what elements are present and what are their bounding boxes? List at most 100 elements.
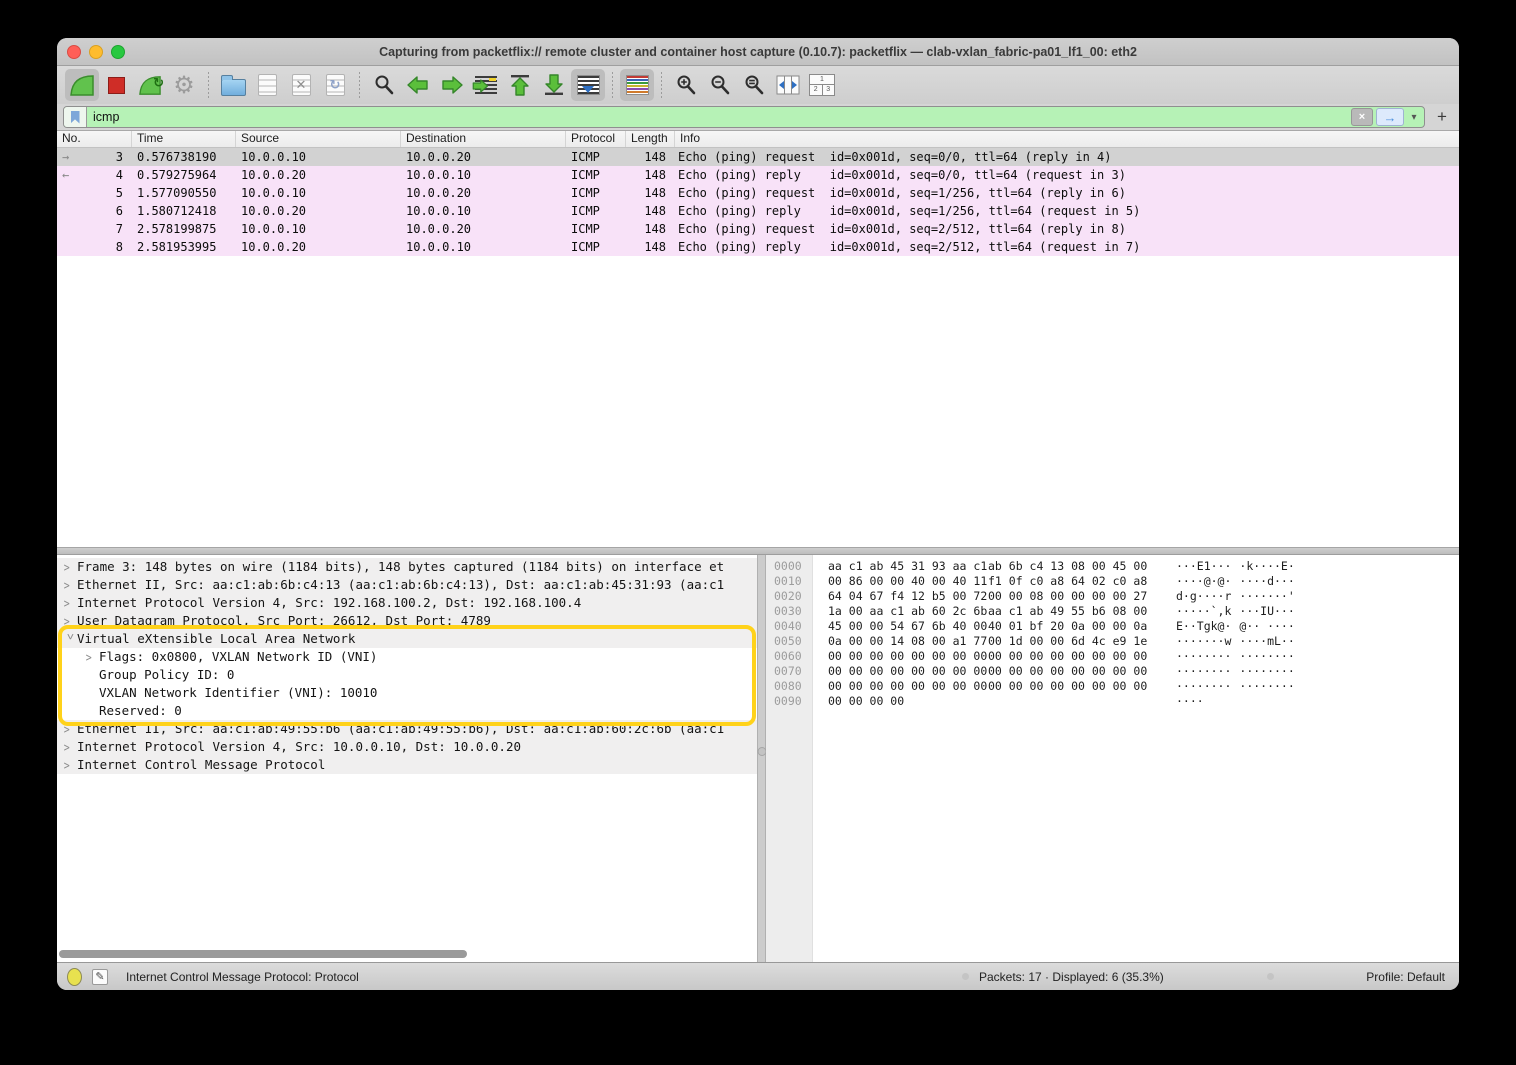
packet-time: 2.578199875 (131, 220, 235, 238)
expander-icon[interactable]: > (60, 634, 81, 647)
title-bar[interactable]: Capturing from packetflix:// remote clus… (57, 38, 1459, 66)
hex-row[interactable]: 0010 00 86 00 00 40 00 40 11 f1 0f c0 a8… (766, 574, 1459, 589)
detail-row[interactable]: >Internet Protocol Version 4, Src: 10.0.… (57, 738, 757, 756)
hex-row[interactable]: 0020 64 04 67 f4 12 b5 00 72 00 00 08 00… (766, 589, 1459, 604)
column-header-protocol[interactable]: Protocol (565, 131, 625, 147)
detail-row[interactable]: >Frame 3: 148 bytes on wire (1184 bits),… (57, 558, 757, 576)
hex-row[interactable]: 0050 0a 00 00 14 08 00 a1 77 00 1d 00 00… (766, 634, 1459, 649)
column-header-source[interactable]: Source (235, 131, 400, 147)
restart-fin-icon: ↻ (138, 74, 162, 96)
layout-icon: 1 2 3 (809, 74, 835, 96)
filter-value[interactable]: icmp (87, 110, 1351, 124)
open-file-button[interactable] (216, 69, 250, 101)
expander-icon[interactable]: > (64, 576, 77, 594)
filter-dropdown-button[interactable]: ▾ (1407, 109, 1421, 125)
ascii-right: ····mL·· (1239, 634, 1294, 649)
hex-row[interactable]: 0080 00 00 00 00 00 00 00 00 00 00 00 00… (766, 679, 1459, 694)
detail-row[interactable]: >Internet Protocol Version 4, Src: 192.1… (57, 594, 757, 612)
packet-row[interactable]: 8 2.581953995 10.0.0.20 10.0.0.10 ICMP 1… (57, 238, 1459, 256)
go-to-top-button[interactable] (503, 69, 537, 101)
hex-row[interactable]: 0040 45 00 00 54 67 6b 40 00 40 01 bf 20… (766, 619, 1459, 634)
column-header-length[interactable]: Length (625, 131, 674, 147)
stop-capture-button[interactable] (99, 69, 133, 101)
hex-bytes-left: 00 00 00 00 00 00 00 00 (828, 664, 988, 679)
detail-row[interactable]: >Virtual eXtensible Local Area Network (57, 630, 757, 648)
display-filter-input[interactable]: icmp × → ▾ (63, 106, 1425, 128)
details-horizontal-scrollbar[interactable] (59, 950, 751, 959)
restart-capture-button[interactable]: ↻ (133, 69, 167, 101)
column-header-time[interactable]: Time (131, 131, 235, 147)
start-capture-button[interactable] (65, 69, 99, 101)
packet-protocol: ICMP (565, 184, 625, 202)
packet-row[interactable]: 7 2.578199875 10.0.0.10 10.0.0.20 ICMP 1… (57, 220, 1459, 238)
detail-row[interactable]: >Internet Control Message Protocol (57, 756, 757, 774)
horizontal-splitter[interactable] (57, 547, 1459, 555)
packet-list-pane: No. Time Source Destination Protocol Len… (57, 131, 1459, 547)
packet-source: 10.0.0.10 (235, 148, 400, 166)
filter-bookmark-button[interactable] (64, 107, 87, 127)
hex-bytes-left: 45 00 00 54 67 6b 40 00 (828, 619, 988, 634)
detail-row[interactable]: >Ethernet II, Src: aa:c1:ab:6b:c4:13 (aa… (57, 576, 757, 594)
packet-row[interactable]: ←4 0.579275964 10.0.0.20 10.0.0.10 ICMP … (57, 166, 1459, 184)
capture-comment-icon[interactable]: ✎ (92, 969, 108, 985)
hex-row[interactable]: 0060 00 00 00 00 00 00 00 00 00 00 00 00… (766, 649, 1459, 664)
auto-scroll-toggle[interactable] (571, 69, 605, 101)
expander-icon[interactable]: > (64, 756, 77, 774)
packet-row[interactable]: 5 1.577090550 10.0.0.10 10.0.0.20 ICMP 1… (57, 184, 1459, 202)
save-file-button[interactable] (250, 69, 284, 101)
close-file-button[interactable]: ✕ (284, 69, 318, 101)
expert-info-icon[interactable] (67, 968, 82, 986)
hex-bytes-left: 64 04 67 f4 12 b5 00 72 (828, 589, 988, 604)
detail-row[interactable]: >User Datagram Protocol, Src Port: 26612… (57, 612, 757, 630)
profile-selector[interactable]: Profile: Default (1366, 970, 1445, 984)
expander-icon[interactable]: > (64, 738, 77, 756)
ascii-right: ····d··· (1239, 574, 1294, 589)
expander-icon[interactable]: > (86, 648, 99, 666)
go-back-button[interactable] (401, 69, 435, 101)
zoom-in-button[interactable] (669, 69, 703, 101)
status-field-info: Internet Control Message Protocol: Proto… (126, 970, 359, 984)
column-header-no[interactable]: No. (57, 131, 131, 147)
resize-columns-button[interactable] (771, 69, 805, 101)
vertical-splitter[interactable] (757, 555, 766, 962)
packet-row[interactable]: →3 0.576738190 10.0.0.10 10.0.0.20 ICMP … (57, 148, 1459, 166)
detail-row[interactable]: >Ethernet II, Src: aa:c1:ab:49:55:b6 (aa… (57, 720, 757, 738)
layout-button[interactable]: 1 2 3 (805, 69, 839, 101)
expander-icon[interactable]: > (64, 558, 77, 576)
go-to-packet-button[interactable] (469, 69, 503, 101)
filter-apply-button[interactable]: → (1376, 108, 1404, 126)
go-forward-button[interactable] (435, 69, 469, 101)
filter-bar: icmp × → ▾ + (57, 104, 1459, 131)
filter-add-button[interactable]: + (1431, 107, 1453, 127)
hex-row[interactable]: 0090 00 00 00 00 ···· (766, 694, 1459, 709)
scrollbar-thumb[interactable] (59, 950, 467, 958)
expander-icon[interactable]: > (64, 612, 77, 630)
colorize-icon (626, 75, 649, 95)
packet-row[interactable]: 6 1.580712418 10.0.0.20 10.0.0.10 ICMP 1… (57, 202, 1459, 220)
save-file-icon (258, 74, 277, 96)
capture-options-button[interactable]: ⚙ (167, 69, 201, 101)
detail-row[interactable]: >Flags: 0x0800, VXLAN Network ID (VNI) (57, 648, 757, 666)
zoom-out-button[interactable] (703, 69, 737, 101)
hex-row[interactable]: 0000 aa c1 ab 45 31 93 aa c1 ab 6b c4 13… (766, 559, 1459, 574)
reload-file-button[interactable]: ↻ (318, 69, 352, 101)
splitter-handle[interactable] (757, 747, 766, 756)
filter-clear-button[interactable]: × (1351, 108, 1373, 126)
go-to-bottom-button[interactable] (537, 69, 571, 101)
expander-icon[interactable]: > (64, 720, 77, 738)
column-header-info[interactable]: Info (674, 131, 1459, 147)
packet-destination: 10.0.0.10 (400, 238, 565, 256)
detail-row[interactable]: Group Policy ID: 0 (57, 666, 757, 684)
expander-icon[interactable]: > (64, 594, 77, 612)
hex-row[interactable]: 0030 1a 00 aa c1 ab 60 2c 6b aa c1 ab 49… (766, 604, 1459, 619)
detail-row[interactable]: VXLAN Network Identifier (VNI): 10010 (57, 684, 757, 702)
detail-row[interactable]: Reserved: 0 (57, 702, 757, 720)
hex-row[interactable]: 0070 00 00 00 00 00 00 00 00 00 00 00 00… (766, 664, 1459, 679)
column-header-destination[interactable]: Destination (400, 131, 565, 147)
find-packet-button[interactable] (367, 69, 401, 101)
packet-length: 148 (625, 202, 674, 220)
reload-file-icon: ↻ (326, 74, 345, 96)
zoom-reset-button[interactable] (737, 69, 771, 101)
packet-no: 8 (116, 240, 123, 254)
colorize-toggle[interactable] (620, 69, 654, 101)
